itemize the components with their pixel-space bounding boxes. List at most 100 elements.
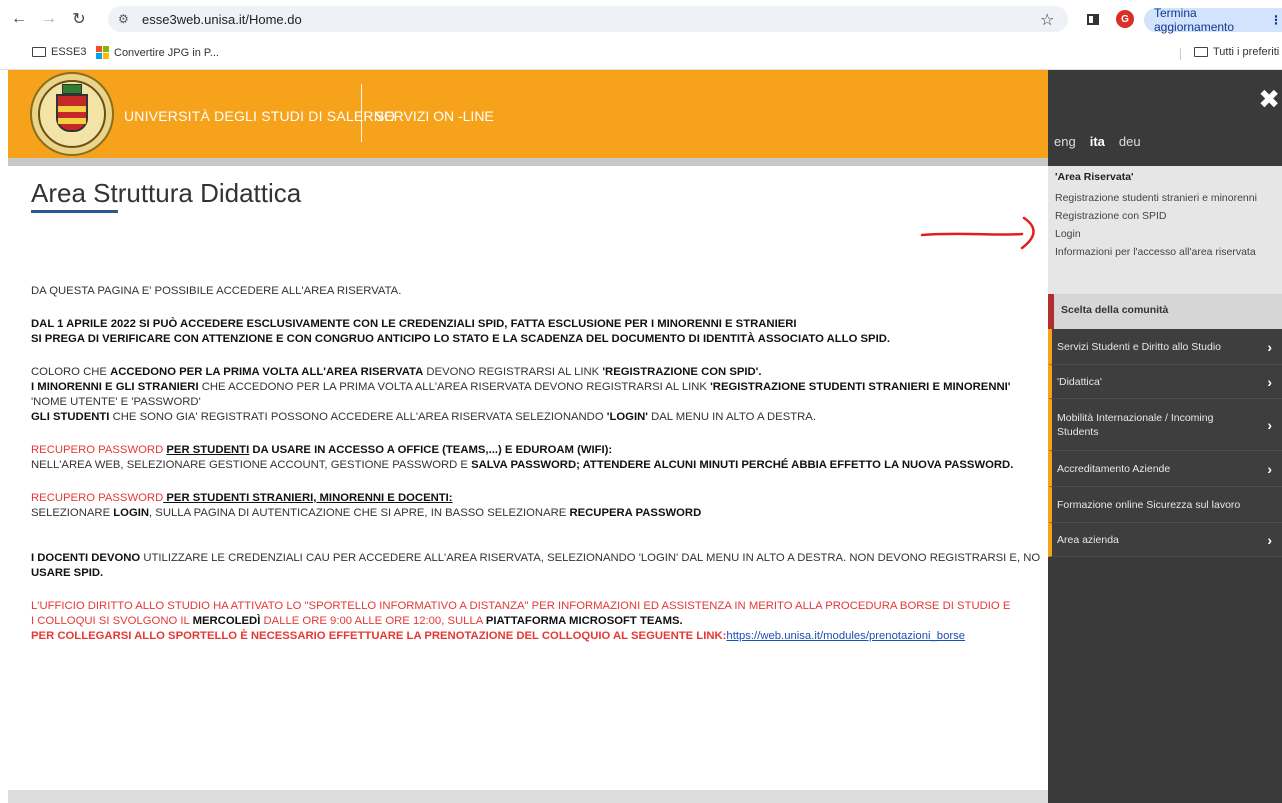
chevron-right-icon: › [1267,373,1272,390]
update-button[interactable]: Termina aggiornamento ⋮ [1144,6,1282,34]
servizi-online-link[interactable]: SERVIZI ON -LINE [375,108,494,124]
colloqui-line: I COLLOQUI SI SVOLGONO IL MERCOLEDÌ DALL… [31,614,1046,629]
side-menu: ✖ eng ita deu 'Area Riservata' Registraz… [1048,70,1282,803]
text-span: UTILIZZARE LE CREDENZIALI CAU PER ACCEDE… [140,552,1041,564]
community-header: Scelta della comunità [1048,294,1282,329]
chevron-right-icon: › [1267,416,1272,433]
text-span: RECUPERA PASSWORD [569,507,702,519]
study-office-notice: L'UFFICIO DIRITTO ALLO STUDIO HA ATTIVAT… [31,600,1011,612]
university-seal-logo[interactable] [30,72,114,156]
spid-notice-line-1: DAL 1 APRILE 2022 SI PUÒ ACCEDERE ESCLUS… [31,317,1046,332]
menu-item-accreditamento[interactable]: Accreditamento Aziende › [1048,451,1282,487]
close-icon[interactable]: ✖ [1258,84,1280,115]
language-switcher: eng ita deu [1054,134,1141,149]
header-divider [361,84,362,142]
text-span: RECUPERO PASSWORD [31,492,164,504]
text-span: 'REGISTRAZIONE STUDENTI STRANIERI E MINO… [710,381,1011,393]
booking-line: PER COLLEGARSI ALLO SPORTELLO È NECESSAR… [31,629,1046,644]
browser-chrome: ← → ↻ ⚙ esse3web.unisa.it/Home.do ☆ G Te… [0,0,1282,70]
site-settings-icon[interactable]: ⚙ [118,12,134,26]
text-span: I MINORENNI E GLI STRANIERI [31,381,199,393]
text-span: PIATTAFORMA MICROSOFT TEAMS. [485,615,683,627]
folder-icon [32,47,46,57]
seal-shield [56,94,88,132]
side-panel-icon[interactable] [1087,14,1099,25]
lang-ita[interactable]: ita [1090,134,1105,149]
text-span: CHE SONO GIA' REGISTRATI POSSONO ACCEDER… [109,411,607,423]
multicolor-logo-icon [96,46,109,59]
menu-login[interactable]: Login [1055,225,1282,243]
kebab-menu-icon[interactable]: ⋮ [1270,13,1282,27]
spid-notice-text: SI PREGA DI VERIFICARE CON ATTENZIONE E … [31,333,891,345]
minors-line: I MINORENNI E GLI STRANIERI CHE ACCEDONO… [31,380,1046,395]
page-title: Area Struttura Didattica [31,178,302,208]
footer-strip [8,790,1048,803]
bookmarks-separator [1180,48,1181,60]
bookmarks-bar: ESSE3 Convertire JPG in P... Tutti i pre… [0,40,1282,66]
text-span: PER STUDENTI STRANIERI, MINORENNI E DOCE… [163,492,453,504]
community-menu: Servizi Studenti e Diritto allo Studio ›… [1048,329,1282,557]
text-span: NELL'AREA WEB, SELEZIONARE GESTIONE ACCO… [31,459,472,471]
bookmark-label: Tutti i preferiti [1213,46,1280,58]
intro-paragraph: DA QUESTA PAGINA E' POSSIBILE ACCEDERE A… [31,285,402,297]
text-span: SELEZIONARE [31,507,114,519]
header-underline-band [8,158,1048,166]
text-span: USARE SPID. [31,567,104,579]
profile-avatar[interactable]: G [1116,10,1134,28]
menu-item-didattica[interactable]: 'Didattica' › [1048,365,1282,399]
menu-item-area-azienda[interactable]: Area azienda › [1048,523,1282,557]
password-recovery-instructions: NELL'AREA WEB, SELEZIONARE GESTIONE ACCO… [31,458,1046,473]
text-span: LOGIN [113,507,150,519]
text-span: PER COLLEGARSI ALLO SPORTELLO È NECESSAR… [31,630,727,642]
bookmark-star-icon[interactable]: ☆ [1040,10,1054,30]
menu-item-label: Area azienda [1057,533,1119,546]
text-span: DAL MENU IN ALTO A DESTRA. [647,411,816,423]
back-arrow-icon[interactable]: ← [8,8,30,30]
spid-notice-line-2: SI PREGA DI VERIFICARE CON ATTENZIONE E … [31,332,1046,347]
text-span: MERCOLEDÌ [192,615,261,627]
reserved-area-header: 'Area Riservata' [1055,171,1134,183]
password-recovery-students-line: RECUPERO PASSWORD PER STUDENTI DA USARE … [31,443,1046,458]
forward-arrow-icon[interactable]: → [38,8,60,30]
text-span: PER STUDENTI [166,444,250,456]
menu-access-info[interactable]: Informazioni per l'accesso all'area rise… [1055,243,1282,261]
lang-deu[interactable]: deu [1119,134,1141,149]
text-span: SALVA PASSWORD; ATTENDERE ALCUNI MINUTI … [471,459,1014,471]
browser-toolbar: ← → ↻ ⚙ esse3web.unisa.it/Home.do ☆ G Te… [0,4,1282,34]
lang-eng[interactable]: eng [1054,134,1076,149]
bookmark-convertire[interactable]: Convertire JPG in P... [96,46,219,59]
first-access-line: COLORO CHE ACCEDONO PER LA PRIMA VOLTA A… [31,365,1046,380]
text-span: I DOCENTI DEVONO [31,552,141,564]
chevron-right-icon: › [1267,338,1272,355]
text-span: I COLLOQUI SI SVOLGONO IL [31,615,193,627]
text-span: 'LOGIN' [606,411,648,423]
menu-item-mobilita[interactable]: Mobilità Internazionale / Incoming Stude… [1048,399,1282,451]
menu-item-servizi-studenti[interactable]: Servizi Studenti e Diritto allo Studio › [1048,329,1282,365]
students-login-line: GLI STUDENTI CHE SONO GIA' REGISTRATI PO… [31,410,1046,425]
menu-item-formazione[interactable]: Formazione online Sicurezza sul lavoro [1048,487,1282,523]
university-name[interactable]: UNIVERSITÀ DEGLI STUDI DI SALERNO [124,108,395,124]
text-span: DA USARE IN ACCESSO A OFFICE (TEAMS,...)… [249,444,613,456]
bookmark-label: ESSE3 [51,46,87,58]
reload-icon[interactable]: ↻ [68,8,90,30]
menu-registration-spid[interactable]: Registrazione con SPID [1055,207,1282,225]
seal-crown [62,84,82,94]
menu-item-label: Servizi Studenti e Diritto allo Studio [1057,340,1221,353]
url-text: esse3web.unisa.it/Home.do [142,11,302,27]
username-password-line: 'NOME UTENTE' E 'PASSWORD' [31,396,201,408]
folder-icon [1194,47,1208,57]
bookmark-all[interactable]: Tutti i preferiti [1194,46,1279,58]
teachers-line: I DOCENTI DEVONO UTILIZZARE LE CREDENZIA… [31,551,1046,566]
update-button-label: Termina aggiornamento [1154,6,1235,34]
text-span: DEVONO REGISTRARSI AL LINK [423,366,603,378]
bookmark-esse3[interactable]: ESSE3 [32,46,86,58]
menu-item-label: Mobilità Internazionale / Incoming Stude… [1057,411,1214,438]
text-span: CHE ACCEDONO PER LA PRIMA VOLTA ALL'AREA… [198,381,711,393]
password-recovery-foreign-line: RECUPERO PASSWORD PER STUDENTI STRANIERI… [31,491,1046,506]
menu-item-label: Formazione online Sicurezza sul lavoro [1057,498,1241,511]
text-span: ACCEDONO PER LA PRIMA VOLTA ALL'AREA RIS… [110,366,424,378]
menu-registration-foreign[interactable]: Registrazione studenti stranieri e minor… [1055,189,1282,207]
address-bar[interactable]: ⚙ esse3web.unisa.it/Home.do [108,6,1068,32]
booking-link[interactable]: https://web.unisa.it/modules/prenotazion… [726,630,965,642]
text-span: GLI STUDENTI [31,411,110,423]
